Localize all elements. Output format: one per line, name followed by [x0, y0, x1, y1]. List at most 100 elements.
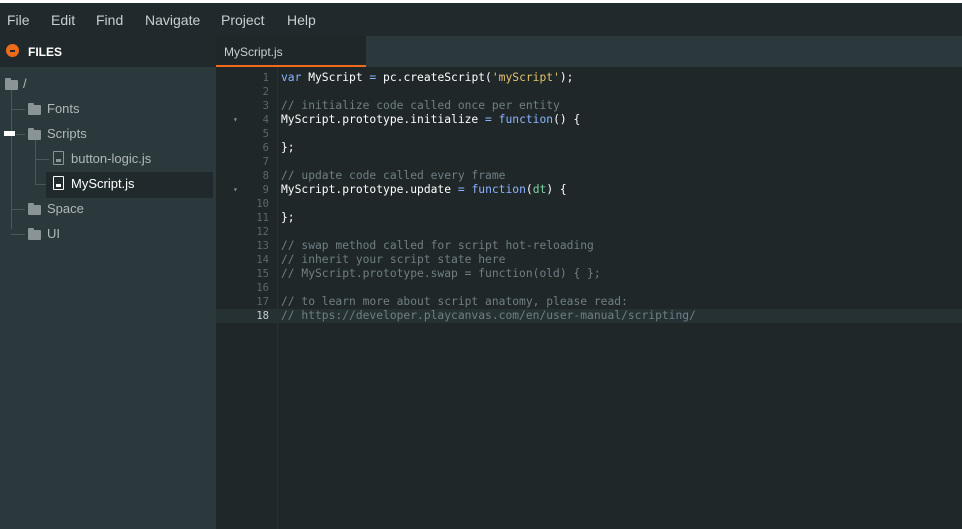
code-token: = [485, 113, 492, 126]
tree-item-scripts[interactable]: Scripts [0, 122, 216, 146]
tree-item-myscript[interactable]: MyScript.js [0, 172, 216, 196]
code-token: ); [559, 71, 574, 84]
tree-item-label: Scripts [47, 126, 87, 141]
folder-icon [28, 128, 41, 140]
folder-icon [28, 103, 41, 115]
code-area[interactable]: 1 var MyScript = pc.createScript('myScrip… [216, 67, 962, 529]
code-text: // update code called every frame [281, 169, 505, 182]
code-line[interactable]: 11}; [216, 211, 962, 225]
files-sidebar: FILES / Fonts Scripts button-logic.js My… [0, 36, 216, 529]
line-number: 5 [262, 128, 269, 140]
collapse-panel-icon[interactable] [6, 44, 19, 57]
line-number: 15 [256, 268, 269, 280]
line-number: 17 [256, 296, 269, 308]
line-number: 13 [256, 240, 269, 252]
tree-item-label: MyScript.js [71, 176, 135, 191]
code-token: MyScript.prototype.initialize [281, 113, 486, 126]
code-token: }; [281, 211, 295, 224]
code-line[interactable]: 3 // initialize code called once per enti… [216, 99, 962, 113]
tree-item-label: Fonts [47, 101, 80, 116]
code-line[interactable]: 2 [216, 85, 962, 99]
tree-item-root[interactable]: / [0, 72, 216, 96]
code-token: var [281, 71, 302, 84]
code-token: () { [553, 113, 581, 126]
tree-item-label: / [23, 76, 27, 91]
code-text: // initialize code called once per entit… [281, 99, 560, 112]
code-token: MyScript.prototype.update [281, 183, 458, 196]
menu-navigate[interactable]: Navigate [145, 12, 200, 28]
code-text: // to learn more about script anatomy, p… [281, 295, 628, 308]
code-text: var MyScript = pc.createScript('myScript… [281, 71, 573, 84]
tree-item-space[interactable]: Space [0, 197, 216, 221]
code-token: ) { [546, 183, 567, 196]
menubar: File Edit Find Navigate Project Help [0, 3, 962, 36]
code-text: }; [281, 211, 295, 224]
code-line[interactable]: 7 [216, 155, 962, 169]
menu-project[interactable]: Project [221, 12, 265, 28]
code-line[interactable]: 9 ▾ MyScript.prototype.update = function(d… [216, 183, 962, 197]
tree-item-label: button-logic.js [71, 151, 152, 166]
line-number: 16 [256, 282, 269, 294]
code-line[interactable]: 17 // to learn more about script anatomy,… [216, 295, 962, 309]
line-number: 7 [262, 156, 269, 168]
code-line[interactable]: 14 // inherit your script state here [216, 253, 962, 267]
code-token: function [498, 113, 554, 126]
tree-item-fonts[interactable]: Fonts [0, 97, 216, 121]
menu-help[interactable]: Help [287, 12, 316, 28]
code-editor-app: File Edit Find Navigate Project Help FIL… [0, 3, 962, 529]
code-line[interactable]: 18 // https://developer.playcanvas.com/en… [216, 309, 962, 323]
line-number: 10 [256, 198, 269, 210]
line-number: 12 [256, 226, 269, 238]
code-line[interactable]: 6}; [216, 141, 962, 155]
tree-item-ui[interactable]: UI [0, 222, 216, 246]
code-token: // to learn more about script anatomy, p… [281, 295, 628, 308]
line-number: 4 [262, 114, 269, 126]
tree-item-label: Space [47, 201, 84, 216]
code-line[interactable]: 8 // update code called every frame [216, 169, 962, 183]
file-icon [53, 151, 64, 165]
code-line[interactable]: 5 [216, 127, 962, 141]
code-editor[interactable]: MyScript.js 1 var MyScript = pc.createScr… [216, 36, 962, 529]
code-token: pc.createScript( [376, 71, 492, 84]
line-number: 1 [262, 72, 269, 84]
code-token: // https://developer.playcanvas.com/en/u… [281, 309, 696, 322]
folder-icon [28, 228, 41, 240]
line-number: 11 [256, 212, 269, 224]
menu-file[interactable]: File [7, 12, 30, 28]
code-text: MyScript.prototype.initialize = function… [281, 113, 580, 126]
fold-arrow-icon[interactable]: ▾ [233, 185, 238, 194]
code-token: = [457, 183, 465, 196]
code-text: }; [281, 141, 295, 154]
code-line[interactable]: 16 [216, 281, 962, 295]
menu-find[interactable]: Find [96, 12, 123, 28]
fold-arrow-icon[interactable]: ▾ [233, 115, 238, 124]
line-number: 18 [256, 310, 269, 322]
line-number: 9 [262, 184, 269, 196]
code-line[interactable]: 12 [216, 225, 962, 239]
code-token: function [471, 183, 526, 196]
folder-icon [28, 203, 41, 215]
code-line[interactable]: 4 ▾ MyScript.prototype.initialize = functi… [216, 113, 962, 127]
code-token: ( [525, 183, 533, 196]
file-icon [53, 176, 64, 190]
menu-edit[interactable]: Edit [51, 12, 75, 28]
code-token: // swap method called for script hot-rel… [281, 239, 594, 252]
tab-label: MyScript.js [224, 45, 283, 59]
tab-myscript[interactable]: MyScript.js [216, 36, 366, 67]
folder-icon [5, 78, 18, 90]
code-token: MyScript [301, 71, 370, 84]
code-line[interactable]: 10 [216, 197, 962, 211]
line-number: 3 [262, 100, 269, 112]
line-number: 8 [262, 170, 269, 182]
line-number: 2 [262, 86, 269, 98]
editor-tab-bar: MyScript.js [216, 36, 962, 67]
code-text: // https://developer.playcanvas.com/en/u… [281, 309, 696, 322]
code-text: // swap method called for script hot-rel… [281, 239, 594, 252]
tree-item-button-logic[interactable]: button-logic.js [0, 147, 216, 171]
code-line[interactable]: 1 var MyScript = pc.createScript('myScrip… [216, 71, 962, 85]
code-line[interactable]: 15 // MyScript.prototype.swap = function(… [216, 267, 962, 281]
code-line[interactable]: 13 // swap method called for script hot-r… [216, 239, 962, 253]
line-number: 14 [256, 254, 269, 266]
line-number: 6 [262, 142, 269, 154]
